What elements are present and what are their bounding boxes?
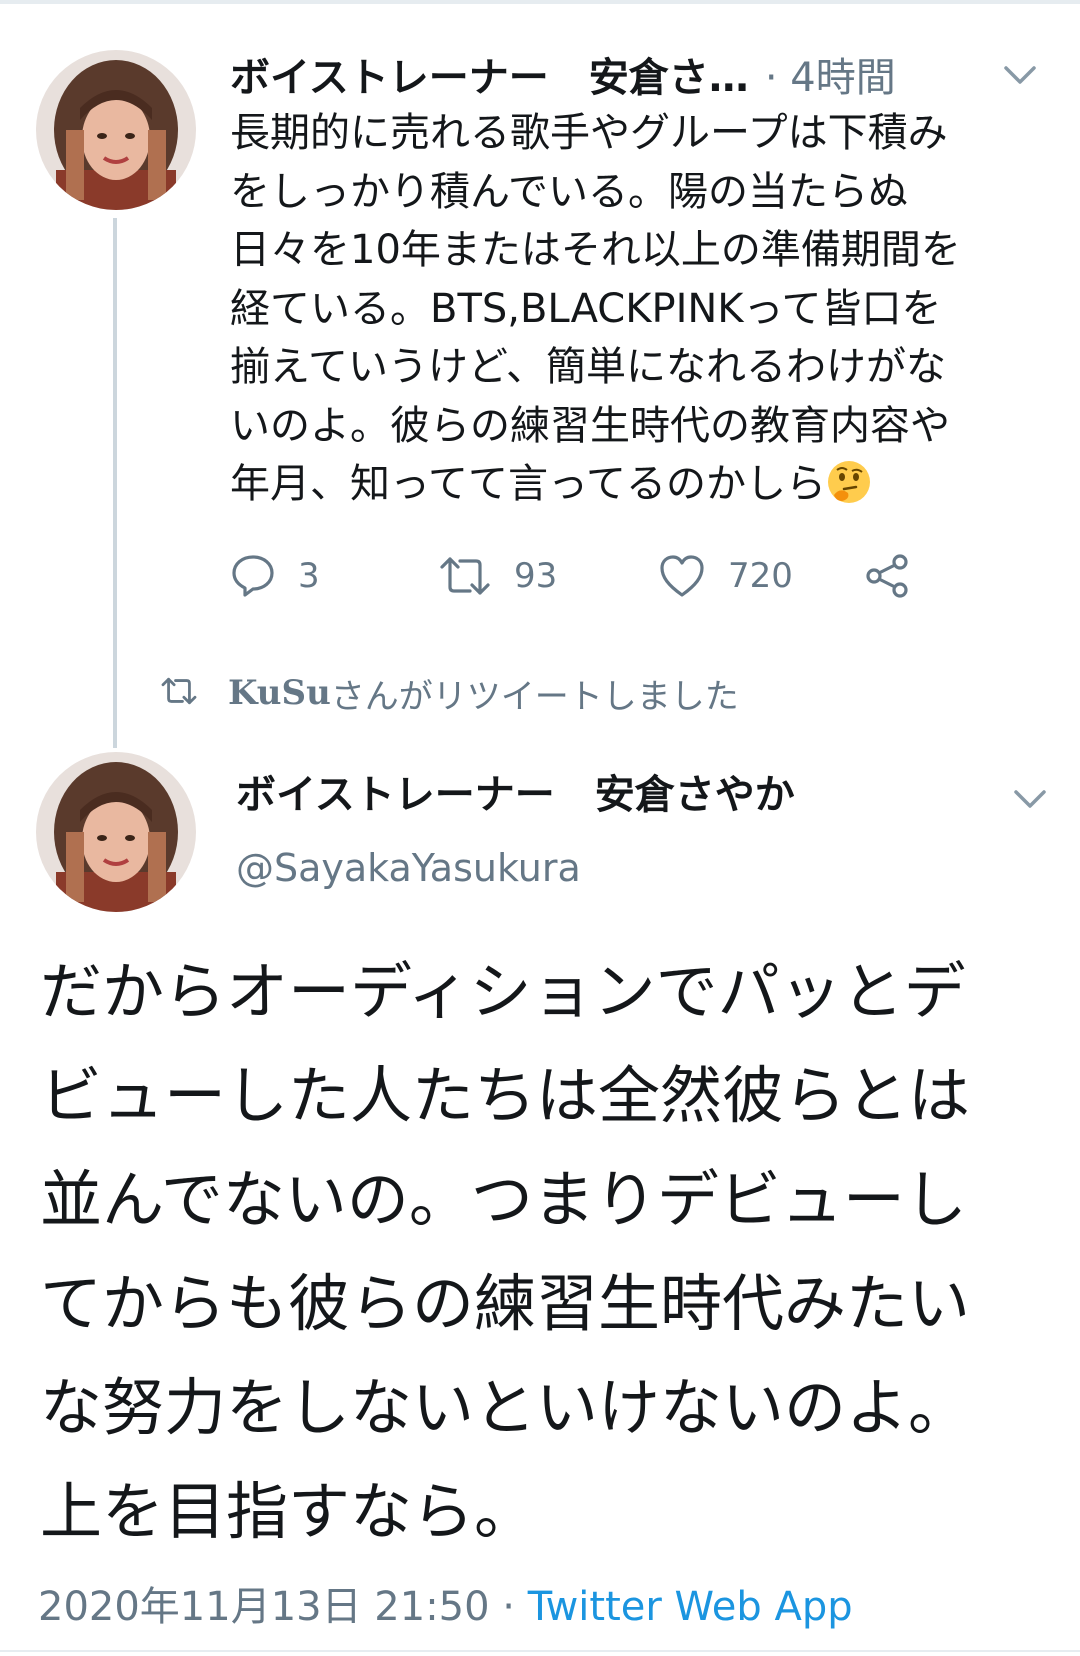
- top-divider: [0, 0, 1080, 4]
- chevron-down-icon[interactable]: [1000, 60, 1040, 90]
- chevron-down-icon[interactable]: [1010, 784, 1050, 814]
- tweet-thread-page: ボイストレーナー 安倉さ… · 4時間 長期的に売れる歌手やグループは下積み を…: [0, 0, 1080, 1656]
- tweet2-source-link[interactable]: Twitter Web App: [528, 1584, 853, 1630]
- retweet-button[interactable]: 93: [438, 548, 557, 604]
- retweet-count: 93: [514, 556, 558, 596]
- retweet-notice: KuSu さんがリツイートしました: [160, 668, 739, 718]
- tweet1-actions: 3 93 720: [230, 548, 930, 604]
- share-button[interactable]: [864, 548, 910, 604]
- tweet1-text: 長期的に売れる歌手やグループは下積み をしっかり積んでいる。陽の当たらぬ 日々を…: [230, 110, 961, 507]
- tweet2-meta: 2020年11月13日 21:50 · Twitter Web App: [38, 1574, 853, 1632]
- retweeter-name[interactable]: KuSu: [228, 673, 331, 713]
- author-avatar[interactable]: [36, 50, 196, 210]
- retweet-small-icon: [160, 675, 198, 711]
- reply-button[interactable]: 3: [230, 548, 320, 604]
- tweet1-header: ボイストレーナー 安倉さ… · 4時間: [230, 44, 1050, 104]
- retweet-icon: [438, 553, 492, 599]
- tweet2-author-name[interactable]: ボイストレーナー 安倉さやか: [236, 762, 795, 820]
- tweet1-author-name[interactable]: ボイストレーナー 安倉さ…: [230, 45, 749, 103]
- author-avatar-2[interactable]: [36, 752, 196, 912]
- retweet-notice-text: さんがリツイートしました: [330, 676, 739, 717]
- meta-separator: ·: [489, 1584, 528, 1630]
- tweet1-body: 長期的に売れる歌手やグループは下積み をしっかり積んでいる。陽の当たらぬ 日々を…: [230, 104, 1060, 514]
- reply-icon: [230, 553, 276, 599]
- thread-connector-line: [113, 218, 117, 748]
- like-button[interactable]: 720: [658, 548, 793, 604]
- like-count: 720: [728, 556, 793, 596]
- reply-count: 3: [298, 556, 320, 596]
- heart-icon: [658, 553, 706, 599]
- tweet2-timestamp[interactable]: 2020年11月13日 21:50: [38, 1584, 490, 1630]
- tweet2-body: だからオーディションでパッとデ ビューした人たちは全然彼らとは 並んでないの。つ…: [40, 955, 971, 1548]
- thinking-face-icon: [826, 459, 872, 505]
- tweet2-author-handle[interactable]: @SayakaYasukura: [236, 846, 581, 890]
- tweet1-timestamp[interactable]: · 4時間: [765, 45, 896, 103]
- bottom-divider: [0, 1650, 1080, 1652]
- share-icon: [864, 553, 910, 599]
